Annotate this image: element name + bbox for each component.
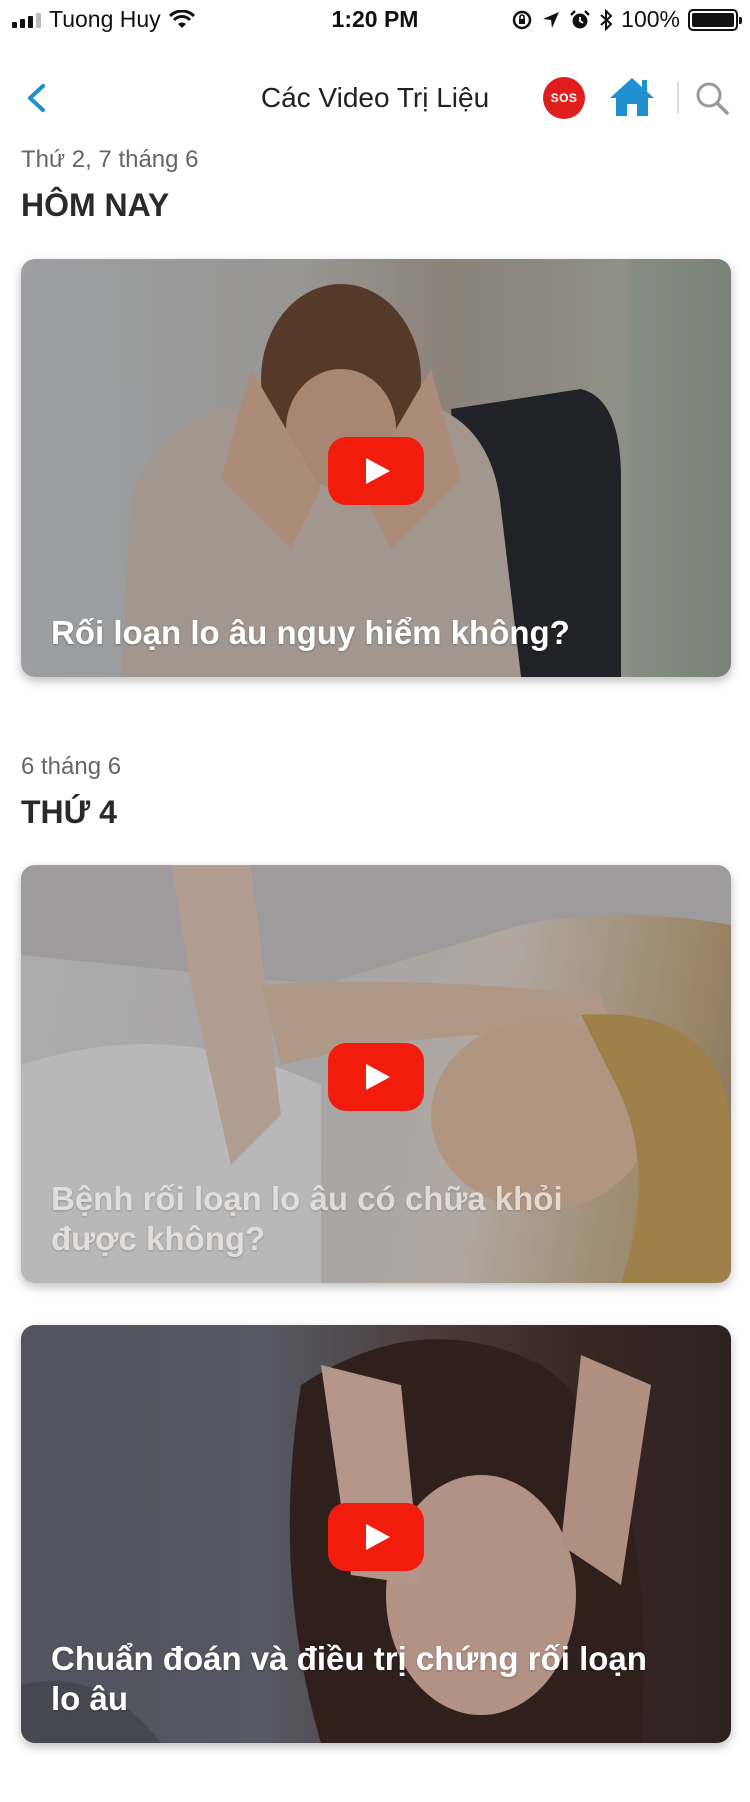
battery-percent: 100%	[621, 6, 680, 32]
section-heading: HÔM NAY	[21, 187, 170, 223]
status-right: 100%	[511, 6, 742, 33]
home-button[interactable]	[608, 74, 656, 120]
nav-bar: Các Video Trị Liệu SOS	[0, 60, 750, 136]
play-button[interactable]	[328, 1503, 424, 1571]
video-card[interactable]: Chuẩn đoán và điều trị chứng rối loạn lo…	[21, 1325, 731, 1743]
nav-divider	[677, 82, 679, 114]
section-date: 6 tháng 6	[21, 753, 122, 780]
search-icon	[696, 82, 729, 115]
status-bar: Tuong Huy 1:20 PM 100%	[0, 0, 750, 40]
play-icon	[366, 1064, 390, 1090]
video-title: Chuẩn đoán và điều trị chứng rối loạn lo…	[51, 1640, 647, 1717]
rotation-lock-icon	[512, 10, 532, 29]
home-icon	[610, 78, 654, 116]
play-icon	[366, 1524, 390, 1550]
sos-button[interactable]: SOS	[543, 77, 585, 119]
battery-icon	[688, 8, 742, 31]
search-button[interactable]	[692, 78, 732, 118]
location-icon	[543, 11, 560, 28]
section-date: Thứ 2, 7 tháng 6	[21, 146, 199, 173]
section-heading: THỨ 4	[21, 794, 117, 830]
play-button[interactable]	[328, 437, 424, 505]
video-card[interactable]: Rối loạn lo âu nguy hiểm không?	[21, 259, 731, 677]
alarm-icon	[570, 9, 591, 28]
video-card[interactable]: Bệnh rối loạn lo âu có chữa khỏi được kh…	[21, 865, 731, 1283]
bluetooth-icon	[600, 8, 613, 31]
video-title: Bệnh rối loạn lo âu có chữa khỏi được kh…	[51, 1180, 563, 1257]
play-icon	[366, 458, 390, 484]
sos-icon: SOS	[550, 91, 578, 105]
play-button[interactable]	[328, 1043, 424, 1111]
video-title: Rối loạn lo âu nguy hiểm không?	[51, 614, 570, 651]
